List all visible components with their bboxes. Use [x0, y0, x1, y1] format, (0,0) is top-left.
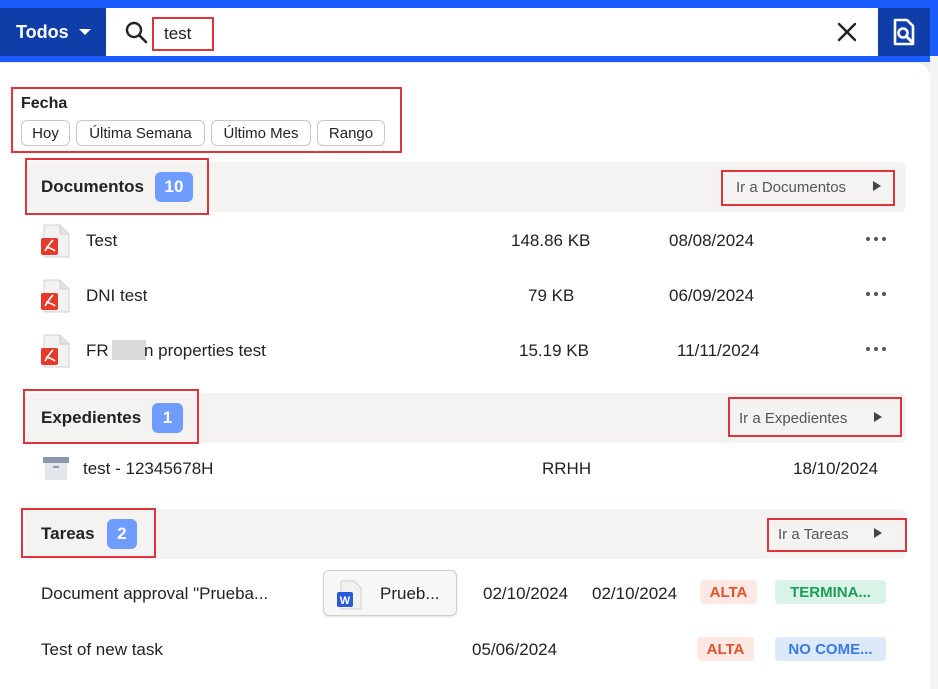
tasks-count-badge: 2 — [107, 519, 137, 549]
search-input[interactable] — [152, 17, 214, 51]
more-options-icon[interactable] — [866, 347, 886, 353]
status-badge: TERMINA... — [775, 580, 886, 604]
document-date: 08/08/2024 — [669, 231, 755, 250]
task-name[interactable]: Document approval "Prueba... — [41, 584, 268, 604]
expediente-name[interactable]: test - 12345678H — [83, 459, 213, 479]
priority-badge: ALTA — [700, 580, 757, 604]
task-attachment[interactable]: W Prueb... — [323, 570, 457, 616]
expediente-department: RRHH — [542, 459, 592, 478]
document-size: 148.86 KB — [511, 231, 591, 250]
task-end-date: 02/10/2024 — [592, 584, 678, 603]
document-name-prefix[interactable]: FR — [86, 341, 109, 361]
play-icon — [873, 181, 881, 191]
document-size: 15.19 KB — [519, 341, 589, 360]
goto-expedientes-link[interactable]: Ir a Expedientes — [739, 410, 847, 427]
caret-down-icon — [78, 29, 91, 35]
pdf-icon — [41, 334, 70, 368]
date-chip-last-week[interactable]: Última Semana — [76, 120, 205, 146]
document-name[interactable]: Test — [86, 231, 117, 251]
redacted-block — [112, 340, 146, 360]
search-icon — [125, 21, 148, 44]
date-chip-today[interactable]: Hoy — [21, 120, 70, 146]
documents-title: Documentos — [41, 177, 144, 196]
word-doc-icon: W — [337, 580, 362, 610]
advanced-search-button[interactable] — [878, 8, 930, 56]
document-date: 06/09/2024 — [669, 286, 755, 305]
background-page — [930, 56, 938, 689]
archive-box-icon — [43, 457, 69, 480]
priority-badge: ALTA — [697, 637, 754, 661]
document-name[interactable]: DNI test — [86, 286, 147, 306]
search-box — [106, 8, 878, 56]
task-start-date: 02/10/2024 — [483, 584, 569, 603]
expedientes-count-badge: 1 — [152, 403, 183, 433]
goto-documents-link[interactable]: Ir a Documentos — [736, 179, 846, 196]
scope-dropdown[interactable]: Todos — [0, 8, 106, 56]
more-options-icon[interactable] — [866, 237, 886, 243]
date-chip-range[interactable]: Rango — [317, 120, 385, 146]
play-icon — [874, 412, 882, 422]
task-name[interactable]: Test of new task — [41, 640, 163, 660]
expedientes-title: Expedientes — [41, 408, 142, 427]
date-filter-label: Fecha — [21, 95, 68, 112]
document-size: 79 KB — [528, 286, 575, 305]
header-edge — [930, 8, 938, 56]
svg-text:W: W — [340, 595, 351, 607]
pdf-icon — [41, 224, 70, 258]
date-chip-last-month[interactable]: Último Mes — [211, 120, 311, 146]
task-end-date: 05/06/2024 — [472, 640, 558, 659]
tasks-title: Tareas — [41, 524, 95, 543]
pdf-icon — [41, 279, 70, 313]
play-icon — [874, 528, 882, 538]
scope-dropdown-label: Todos — [16, 21, 69, 42]
expediente-date: 18/10/2024 — [793, 459, 879, 478]
documents-count-badge: 10 — [155, 172, 193, 202]
goto-tasks-link[interactable]: Ir a Tareas — [778, 526, 849, 543]
more-options-icon[interactable] — [866, 292, 886, 298]
document-name-suffix[interactable]: n properties test — [144, 341, 266, 361]
document-date: 11/11/2024 — [677, 341, 760, 360]
document-search-icon — [893, 18, 915, 46]
tasks-section-header — [25, 509, 906, 559]
status-badge: NO COME... — [775, 637, 886, 661]
task-attachment-label: Prueb... — [380, 584, 440, 603]
close-icon[interactable] — [836, 21, 858, 43]
